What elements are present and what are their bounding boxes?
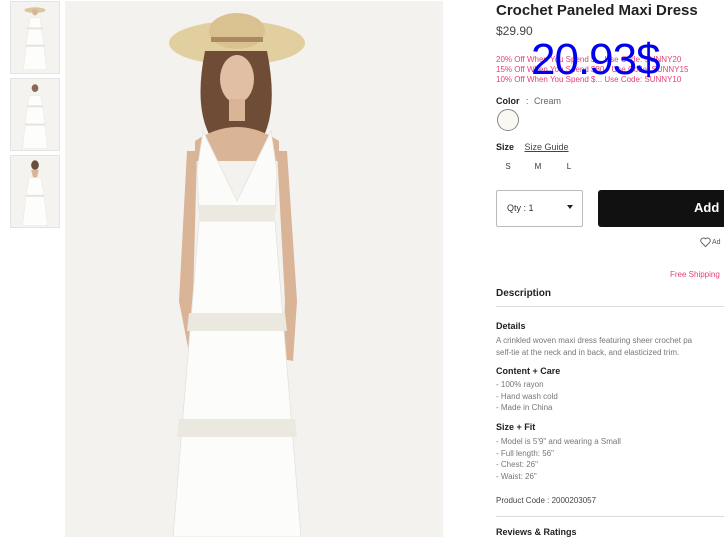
fit-line: - Model is 5'9" and wearing a Small <box>496 437 621 446</box>
caret-down-icon <box>567 205 573 209</box>
fit-line: - Waist: 26" <box>496 471 537 481</box>
add-to-wishlist-button[interactable]: Ad <box>700 237 721 248</box>
thumbnail-back-image <box>11 156 59 227</box>
size-guide-link[interactable]: Size Guide <box>525 142 569 152</box>
details-line: A crinkled woven maxi dress featuring sh… <box>496 336 693 345</box>
thumbnail-front-close[interactable] <box>10 78 60 151</box>
heart-icon <box>700 237 711 248</box>
color-value: Cream <box>534 96 562 106</box>
color-label: Color <box>496 96 520 106</box>
quantity-select[interactable]: Qty : 1 <box>496 190 583 227</box>
content-line: - Made in China <box>496 403 553 412</box>
size-option-l[interactable]: L <box>562 162 576 171</box>
thumbnail-front-image <box>11 2 59 73</box>
content-line: - 100% rayon <box>496 380 544 389</box>
color-row: Color : Cream <box>496 96 561 106</box>
size-fit-text: - Model is 5'9" and wearing a Small - Fu… <box>496 436 621 482</box>
content-care-heading: Content + Care <box>496 366 561 376</box>
details-line: self-tie at the neck and in back, and el… <box>496 347 680 357</box>
free-shipping-note: Free Shipping <box>670 270 720 279</box>
wishlist-label: Ad <box>712 238 721 246</box>
color-separator: : <box>526 96 529 106</box>
details-heading: Details <box>496 321 526 331</box>
thumbnail-back[interactable] <box>10 155 60 228</box>
product-price: $29.90 <box>496 24 533 38</box>
size-row: Size Size Guide <box>496 142 569 152</box>
quantity-value: Qty : 1 <box>507 203 534 213</box>
content-care-text: - 100% rayon - Hand wash cold - Made in … <box>496 379 558 414</box>
size-option-s[interactable]: S <box>501 162 515 171</box>
size-fit-heading: Size + Fit <box>496 422 536 432</box>
fit-line: - Full length: 56" <box>496 448 554 458</box>
color-swatch-cream[interactable] <box>497 109 519 131</box>
description-heading[interactable]: Description <box>496 288 551 299</box>
thumbnail-front[interactable] <box>10 1 60 74</box>
size-label: Size <box>496 142 515 152</box>
divider <box>496 306 724 307</box>
main-product-image <box>65 1 443 537</box>
product-code: Product Code : 2000203057 <box>496 496 597 505</box>
size-option-m[interactable]: M <box>531 162 545 171</box>
fit-line: - Chest: 26" <box>496 460 538 469</box>
add-to-bag-button[interactable]: Add <box>598 190 724 227</box>
overlay-price: 20.93$ <box>531 35 661 84</box>
divider <box>496 516 724 517</box>
reviews-heading[interactable]: Reviews & Ratings <box>496 527 577 537</box>
thumbnail-front-close-image <box>11 79 59 150</box>
product-title: Crochet Paneled Maxi Dress <box>496 2 698 19</box>
details-text: A crinkled woven maxi dress featuring sh… <box>496 335 692 358</box>
content-line: - Hand wash cold <box>496 391 558 401</box>
